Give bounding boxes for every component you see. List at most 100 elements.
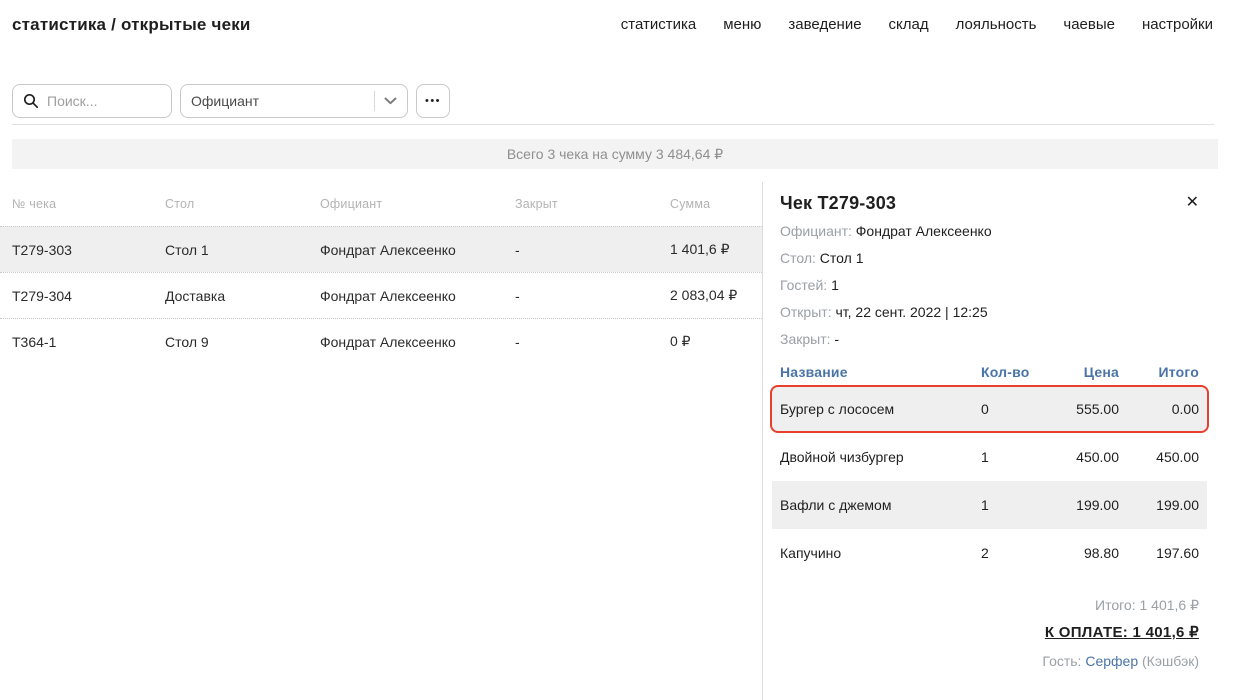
detail-label: Открыт: [780,304,832,320]
item-price: 555.00 [1040,401,1119,417]
nav-item-menu[interactable]: меню [723,14,761,36]
chevron-down-icon [384,97,397,105]
item-total: 197.60 [1119,545,1199,561]
item-name: Вафли с джемом [780,497,981,513]
guest-label: Гость: [1042,653,1081,669]
cell-amount: 2 083,04 ₽ [670,287,762,304]
col-closed: Закрыт [515,197,670,211]
receipts-table-header: № чека Стол Официант Закрыт Сумма [0,182,762,226]
item-price: 199.00 [1040,497,1119,513]
detail-label: Гостей: [780,277,827,293]
breadcrumb[interactable]: статистика / открытые чеки [12,14,251,36]
cell-receipt-number: T364-1 [12,334,165,350]
guest-line: Гость: Серфер (Кэшбэк) [780,653,1199,669]
summary-banner: Всего 3 чека на сумму 3 484,64 ₽ [12,139,1218,169]
more-options-button[interactable]: ••• [416,84,450,118]
cell-waiter: Фондрат Алексеенко [320,242,515,258]
col-receipt-number: № чека [12,197,165,211]
summary-banner-text: Всего 3 чека на сумму 3 484,64 ₽ [507,146,723,163]
item-row: Капучино 2 98.80 197.60 [772,529,1207,577]
cell-closed: - [515,334,670,350]
col-amount: Сумма [670,197,762,211]
toolbar: Официант ••• [12,84,1254,118]
guest-note: (Кэшбэк) [1142,653,1199,669]
item-qty: 1 [981,497,1040,513]
item-price: 98.80 [1040,545,1119,561]
content: № чека Стол Официант Закрыт Сумма T279-3… [0,182,1254,700]
cell-table: Стол 9 [165,334,320,350]
dropdown-divider [374,91,375,111]
col-item-total: Итого [1119,364,1199,380]
nav-item-warehouse[interactable]: склад [889,14,929,36]
receipt-title: Чек T279-303 [780,192,896,214]
item-qty: 1 [981,449,1040,465]
nav-item-statistics[interactable]: статистика [621,14,696,36]
guest-name-link[interactable]: Серфер [1085,653,1138,669]
item-price: 450.00 [1040,449,1119,465]
search-icon [23,93,39,109]
item-row: Двойной чизбургер 1 450.00 450.00 [772,433,1207,481]
waiter-filter-dropdown[interactable]: Официант [180,84,408,118]
nav-item-tips[interactable]: чаевые [1063,14,1115,36]
nav-item-settings[interactable]: настройки [1142,14,1213,36]
detail-waiter: Официант: Фондрат Алексеенко [780,224,1199,239]
detail-label: Официант: [780,223,852,239]
cell-waiter: Фондрат Алексеенко [320,288,515,304]
detail-opened: Открыт: чт, 22 сент. 2022 | 12:25 [780,305,1199,320]
toolbar-divider [12,124,1214,125]
table-row-receipt-T279-304[interactable]: T279-304 Доставка Фондрат Алексеенко - 2… [0,272,762,318]
detail-label: Стол: [780,250,816,266]
waiter-filter-label: Официант [191,93,374,109]
col-item-qty: Кол-во [981,364,1040,380]
cell-closed: - [515,242,670,258]
table-row-receipt-T279-303[interactable]: T279-303 Стол 1 Фондрат Алексеенко - 1 4… [0,226,762,272]
col-waiter: Официант [320,197,515,211]
search-input[interactable] [47,93,161,109]
item-total: 450.00 [1119,449,1199,465]
item-total: 0.00 [1119,401,1199,417]
cell-receipt-number: T279-303 [12,242,165,258]
receipt-totals: Итого: 1 401,6 ₽ К ОПЛАТЕ: 1 401,6 ₽ Гос… [780,597,1199,669]
detail-value: 1 [831,277,839,293]
item-row-highlighted: Бургер с лососем 0 555.00 0.00 [770,385,1209,433]
cell-receipt-number: T279-304 [12,288,165,304]
item-name: Капучино [780,545,981,561]
cell-amount: 0 ₽ [670,333,762,350]
ellipsis-icon: ••• [425,95,441,107]
detail-value: - [834,331,839,347]
items-table-header: Название Кол-во Цена Итого [780,359,1199,385]
app-header: статистика / открытые чеки статистика ме… [0,0,1254,36]
table-row-receipt-T364-1[interactable]: T364-1 Стол 9 Фондрат Алексеенко - 0 ₽ [0,318,762,364]
breadcrumb-text[interactable]: статистика / открытые чеки [12,15,251,34]
item-row: Вафли с джемом 1 199.00 199.00 [772,481,1207,529]
item-qty: 2 [981,545,1040,561]
cell-waiter: Фондрат Алексеенко [320,334,515,350]
to-pay-line: К ОПЛАТЕ: 1 401,6 ₽ [780,625,1199,641]
item-qty: 0 [981,401,1040,417]
receipts-table: № чека Стол Официант Закрыт Сумма T279-3… [0,182,762,700]
item-total: 199.00 [1119,497,1199,513]
close-icon[interactable]: ✕ [1186,195,1199,211]
receipt-details: Официант: Фондрат Алексеенко Стол: Стол … [780,224,1199,347]
receipt-detail-panel: Чек T279-303 ✕ Официант: Фондрат Алексее… [762,182,1254,700]
item-name: Двойной чизбургер [780,449,981,465]
detail-value: чт, 22 сент. 2022 | 12:25 [835,304,987,320]
detail-guests: Гостей: 1 [780,278,1199,293]
item-name: Бургер с лососем [780,401,981,417]
detail-table: Стол: Стол 1 [780,251,1199,266]
detail-value: Фондрат Алексеенко [856,223,992,239]
subtotal-line: Итого: 1 401,6 ₽ [780,597,1199,613]
nav-item-venue[interactable]: заведение [788,14,861,36]
detail-value: Стол 1 [820,250,864,266]
col-table: Стол [165,197,320,211]
detail-closed: Закрыт: - [780,332,1199,347]
col-item-price: Цена [1040,364,1119,380]
cell-table: Стол 1 [165,242,320,258]
cell-table: Доставка [165,288,320,304]
cell-amount: 1 401,6 ₽ [670,241,762,258]
col-item-name: Название [780,364,981,380]
nav-item-loyalty[interactable]: лояльность [956,14,1037,36]
detail-label: Закрыт: [780,331,831,347]
search-box[interactable] [12,84,172,118]
panel-header: Чек T279-303 ✕ [780,192,1199,214]
